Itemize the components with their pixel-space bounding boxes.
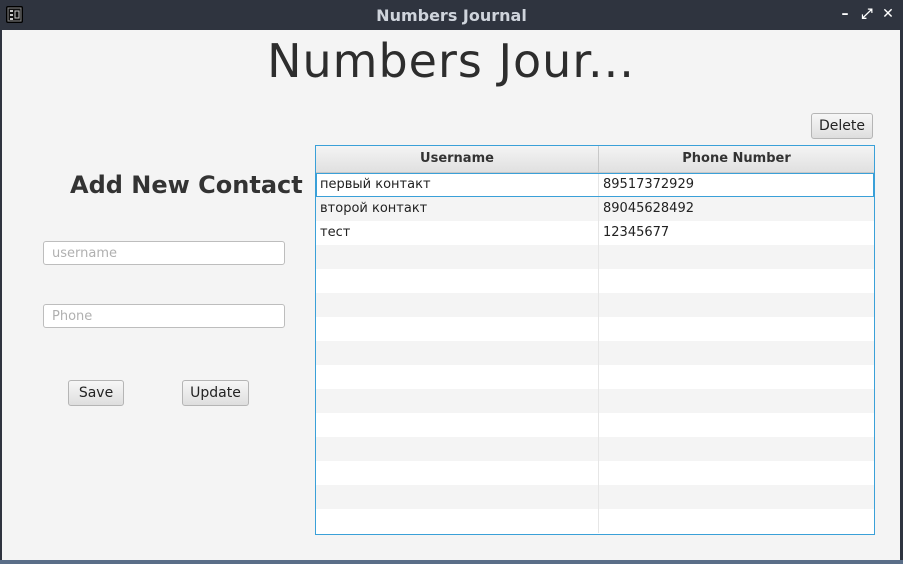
table-body: первый контакт 89517372929 второй контакт 8… — [316, 173, 874, 533]
maximize-icon[interactable]: ⤢ — [860, 6, 874, 22]
cell-username: второй контакт — [316, 197, 599, 221]
table-row[interactable] — [316, 293, 874, 317]
cell-phone — [599, 485, 874, 509]
username-input[interactable] — [43, 241, 285, 265]
cell-username — [316, 389, 599, 413]
cell-phone: 89517372929 — [603, 177, 694, 192]
phone-input[interactable] — [43, 304, 285, 328]
delete-button[interactable]: Delete — [811, 113, 873, 139]
cell-username — [316, 437, 599, 461]
cell-username: первый контакт — [316, 173, 599, 197]
cell-phone — [599, 413, 874, 437]
cell-username — [316, 293, 599, 317]
cell-phone — [599, 293, 874, 317]
cell-username — [316, 341, 599, 365]
cell-phone — [599, 245, 874, 269]
table-row[interactable] — [316, 245, 874, 269]
table-row[interactable] — [316, 365, 874, 389]
table-row[interactable] — [316, 389, 874, 413]
add-contact-heading: Add New Contact — [70, 171, 303, 199]
cell-username — [316, 509, 599, 533]
cell-username — [316, 461, 599, 485]
cell-phone — [599, 269, 874, 293]
table-row[interactable] — [316, 437, 874, 461]
cell-phone — [599, 509, 874, 533]
table-row[interactable] — [316, 413, 874, 437]
cell-phone — [599, 389, 874, 413]
table-row[interactable] — [316, 317, 874, 341]
table-row[interactable]: первый контакт 89517372929 — [316, 173, 874, 197]
update-button[interactable]: Update — [182, 380, 249, 406]
table-header: Username Phone Number — [316, 146, 874, 173]
table-row[interactable] — [316, 341, 874, 365]
cell-phone: 12345677 — [603, 225, 670, 240]
minimize-icon[interactable]: – — [838, 6, 852, 22]
table-row[interactable] — [316, 461, 874, 485]
cell-username — [316, 365, 599, 389]
cell-phone — [599, 365, 874, 389]
window-title: Numbers Journal — [376, 6, 527, 25]
cell-username — [316, 269, 599, 293]
cell-username — [316, 413, 599, 437]
table-row[interactable] — [316, 485, 874, 509]
main-content: Numbers Jour... Add New Contact Save Upd… — [2, 30, 900, 560]
cell-phone — [599, 437, 874, 461]
save-button[interactable]: Save — [68, 380, 124, 406]
table-row[interactable] — [316, 509, 874, 533]
contacts-table[interactable]: Username Phone Number первый контакт 8951… — [315, 145, 875, 535]
cell-phone — [599, 341, 874, 365]
cell-phone: 89045628492 — [603, 201, 694, 216]
cell-username — [316, 485, 599, 509]
cell-phone — [599, 317, 874, 341]
app-window: Numbers Journal – ⤢ ✕ Numbers Jour... Ad… — [0, 0, 903, 564]
table-row[interactable] — [316, 269, 874, 293]
table-row[interactable]: тест 12345677 — [316, 221, 874, 245]
cell-username — [316, 317, 599, 341]
title-bar[interactable]: Numbers Journal – ⤢ ✕ — [0, 0, 903, 30]
page-title: Numbers Jour... — [267, 34, 635, 88]
column-header-username[interactable]: Username — [316, 146, 599, 172]
cell-username: тест — [316, 221, 599, 245]
window-bottom-border — [0, 560, 903, 564]
close-icon[interactable]: ✕ — [881, 6, 895, 22]
table-row[interactable]: второй контакт 89045628492 — [316, 197, 874, 221]
cell-phone — [599, 461, 874, 485]
column-header-phone[interactable]: Phone Number — [599, 146, 874, 172]
cell-username — [316, 245, 599, 269]
